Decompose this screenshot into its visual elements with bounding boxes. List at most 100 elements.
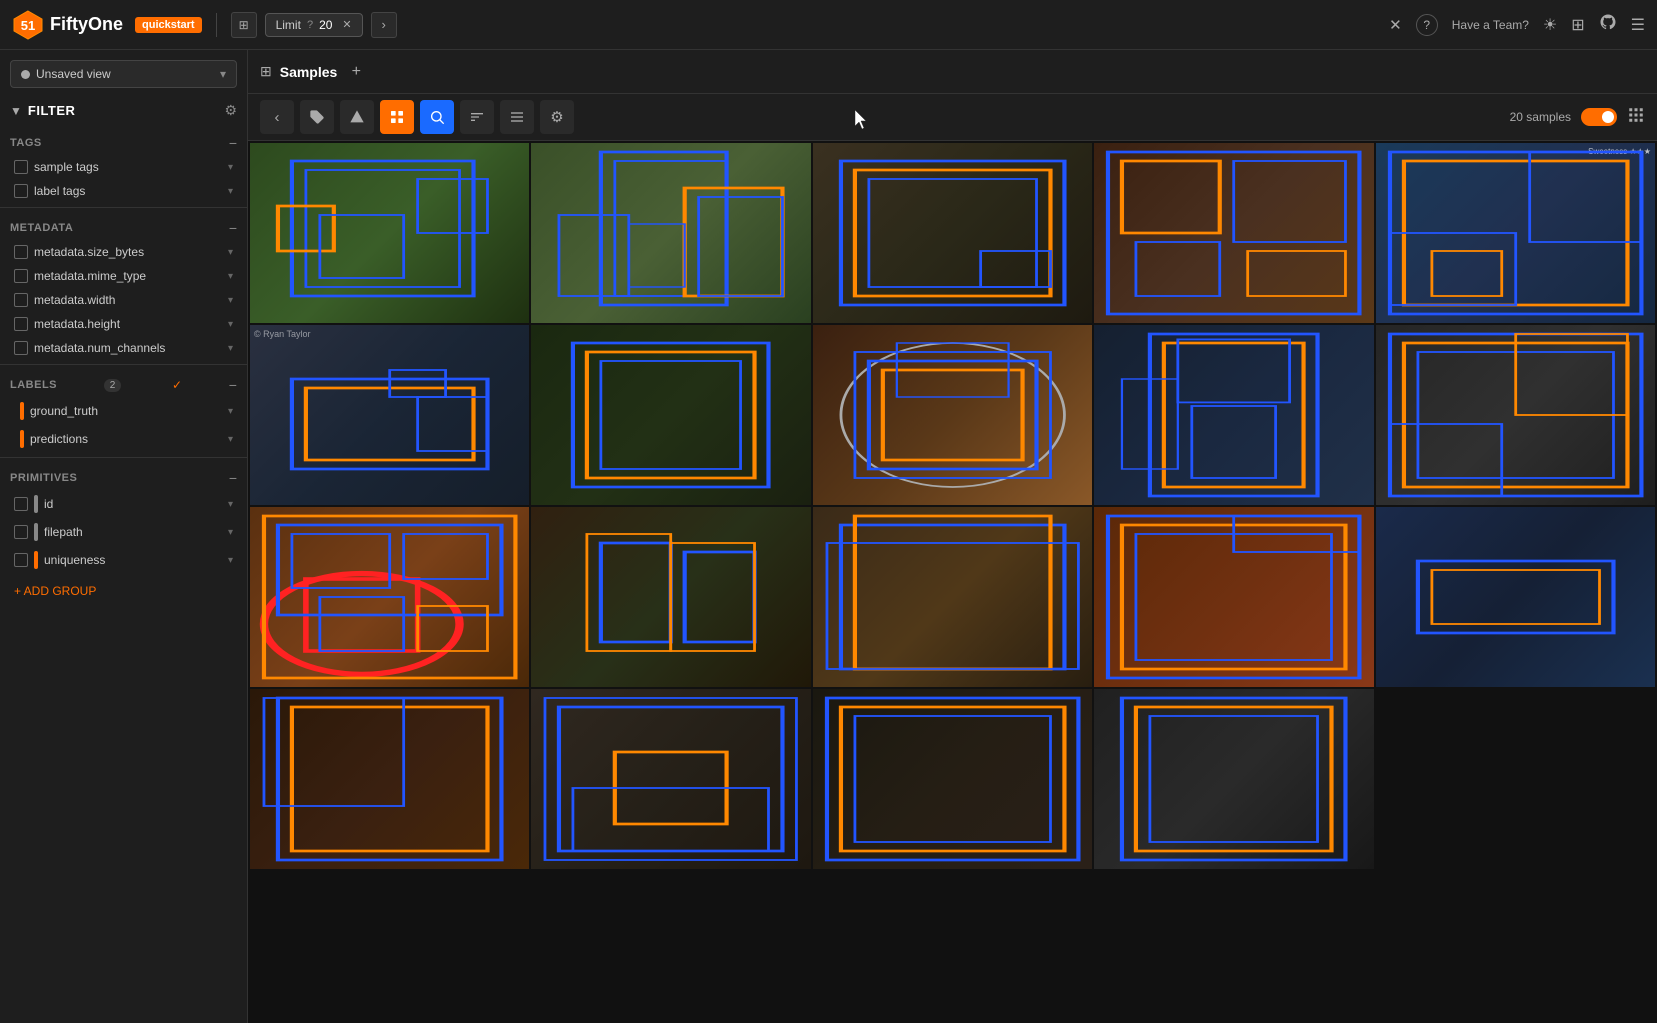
toggle-switch[interactable]: [1581, 108, 1617, 126]
list-button[interactable]: [500, 100, 534, 134]
labels-section: LABELS 2 ✓ − ground_truth ▾ predictions …: [0, 369, 247, 453]
metadata-size-checkbox[interactable]: [14, 245, 28, 259]
brightness-icon[interactable]: ☀: [1543, 15, 1557, 35]
grid-cell-4[interactable]: [1094, 143, 1373, 323]
add-tab-button[interactable]: +: [345, 61, 367, 83]
grid-cell-3[interactable]: [813, 143, 1092, 323]
topbar-close-button[interactable]: ✕: [1389, 16, 1402, 34]
have-team-text[interactable]: Have a Team?: [1452, 18, 1529, 32]
select-button[interactable]: [380, 100, 414, 134]
divider-2: [0, 364, 247, 365]
grid-cell-9[interactable]: [1094, 325, 1373, 505]
sidebar-item-id[interactable]: id ▾: [10, 490, 237, 518]
metadata-mime-checkbox[interactable]: [14, 269, 28, 283]
github-icon[interactable]: [1599, 13, 1617, 36]
filter-icon: ▼: [10, 104, 22, 118]
grid-cell-6[interactable]: © Ryan Taylor: [250, 325, 529, 505]
tab-nav-forward[interactable]: ›: [371, 12, 397, 38]
sidebar-item-uniqueness[interactable]: uniqueness ▾: [10, 546, 237, 574]
uniqueness-label: uniqueness: [44, 553, 222, 567]
fiftyone-logo-icon: 51: [12, 9, 44, 41]
tab-close-button[interactable]: ✕: [342, 18, 351, 31]
sidebar-item-metadata-mime[interactable]: metadata.mime_type ▾: [10, 264, 237, 288]
grid-cell-18[interactable]: [813, 689, 1092, 869]
metadata-channels-checkbox[interactable]: [14, 341, 28, 355]
image-grid: Sweetness ★★★ © Ryan Taylor: [248, 141, 1657, 1023]
metadata-mime-label: metadata.mime_type: [34, 269, 222, 283]
grid-cell-17[interactable]: [531, 689, 810, 869]
menu-icon[interactable]: ☰: [1631, 15, 1645, 35]
grid-cell-12[interactable]: [531, 507, 810, 687]
sidebar-item-metadata-width[interactable]: metadata.width ▾: [10, 288, 237, 312]
sidebar-item-metadata-size[interactable]: metadata.size_bytes ▾: [10, 240, 237, 264]
settings-button[interactable]: ⚙: [540, 100, 574, 134]
sidebar-item-metadata-height[interactable]: metadata.height ▾: [10, 312, 237, 336]
grid-cell-11[interactable]: [250, 507, 529, 687]
tags-title: TAGS: [10, 137, 42, 149]
grid-cell-1[interactable]: [250, 143, 529, 323]
uniqueness-checkbox[interactable]: [14, 553, 28, 567]
ground-truth-color: [20, 402, 24, 420]
label-tags-chevron: ▾: [228, 186, 233, 197]
toolbar: ‹ ⚙ 20 samples: [248, 94, 1657, 141]
metadata-width-label: metadata.width: [34, 293, 222, 307]
sort-button[interactable]: [460, 100, 494, 134]
filter-settings-icon[interactable]: ⚙: [224, 102, 237, 119]
labels-collapse-icon[interactable]: −: [229, 377, 237, 393]
topbar-divider-1: [216, 13, 217, 37]
metadata-width-checkbox[interactable]: [14, 293, 28, 307]
primitives-collapse-icon[interactable]: −: [229, 470, 237, 486]
tab-expand-button[interactable]: ⊞: [231, 12, 257, 38]
logo: 51 FiftyOne: [12, 9, 123, 41]
filepath-checkbox[interactable]: [14, 525, 28, 539]
grid-cell-15[interactable]: [1376, 507, 1655, 687]
tab-limit[interactable]: Limit ? 20 ✕: [265, 13, 363, 37]
grid-apps-icon[interactable]: ⊞: [1571, 15, 1584, 35]
grid-cell-5[interactable]: Sweetness ★★★: [1376, 143, 1655, 323]
metadata-size-chevron: ▾: [228, 247, 233, 258]
label-tags-checkbox[interactable]: [14, 184, 28, 198]
grid-cell-14[interactable]: [1094, 507, 1373, 687]
grid-cell-7[interactable]: [531, 325, 810, 505]
grid-cell-19[interactable]: [1094, 689, 1373, 869]
labels-title: LABELS: [10, 379, 57, 391]
sidebar-item-metadata-channels[interactable]: metadata.num_channels ▾: [10, 336, 237, 360]
dataset-badge[interactable]: quickstart: [135, 17, 202, 33]
add-group-button[interactable]: + ADD GROUP: [0, 574, 247, 608]
grid-cell-13[interactable]: [813, 507, 1092, 687]
sidebar-item-sample-tags[interactable]: sample tags ▾: [10, 155, 237, 179]
back-button[interactable]: ‹: [260, 100, 294, 134]
sidebar-item-ground-truth[interactable]: ground_truth ▾: [10, 397, 237, 425]
sidebar-item-predictions[interactable]: predictions ▾: [10, 425, 237, 453]
id-label: id: [44, 497, 222, 511]
sample-tags-checkbox[interactable]: [14, 160, 28, 174]
divider-1: [0, 207, 247, 208]
sample-tags-chevron: ▾: [228, 162, 233, 173]
id-checkbox[interactable]: [14, 497, 28, 511]
label-filter-button[interactable]: [340, 100, 374, 134]
topbar-right: ✕ ? Have a Team? ☀ ⊞ ☰: [1389, 13, 1645, 36]
metadata-size-label: metadata.size_bytes: [34, 245, 222, 259]
sidebar-item-label-tags[interactable]: label tags ▾: [10, 179, 237, 203]
grid-cell-10[interactable]: [1376, 325, 1655, 505]
metadata-height-checkbox[interactable]: [14, 317, 28, 331]
view-selector[interactable]: Unsaved view ▾: [10, 60, 237, 88]
search-button[interactable]: [420, 100, 454, 134]
grid-cell-8[interactable]: [813, 325, 1092, 505]
grid-view-button[interactable]: [1627, 106, 1645, 129]
metadata-section: METADATA − metadata.size_bytes ▾ metadat…: [0, 212, 247, 360]
sidebar-item-filepath[interactable]: filepath ▾: [10, 518, 237, 546]
uniqueness-color: [34, 551, 38, 569]
tags-collapse-icon[interactable]: −: [229, 135, 237, 151]
tag-button[interactable]: [300, 100, 334, 134]
metadata-collapse-icon[interactable]: −: [229, 220, 237, 236]
metadata-header: METADATA −: [10, 220, 237, 236]
svg-text:51: 51: [21, 18, 35, 33]
filepath-label: filepath: [44, 525, 222, 539]
metadata-mime-chevron: ▾: [228, 271, 233, 282]
samples-bar: ⊞ Samples +: [248, 50, 1657, 94]
grid-cell-16[interactable]: [250, 689, 529, 869]
help-button[interactable]: ?: [1416, 14, 1438, 36]
grid-cell-2[interactable]: [531, 143, 810, 323]
tab-limit-help: ?: [307, 19, 313, 31]
